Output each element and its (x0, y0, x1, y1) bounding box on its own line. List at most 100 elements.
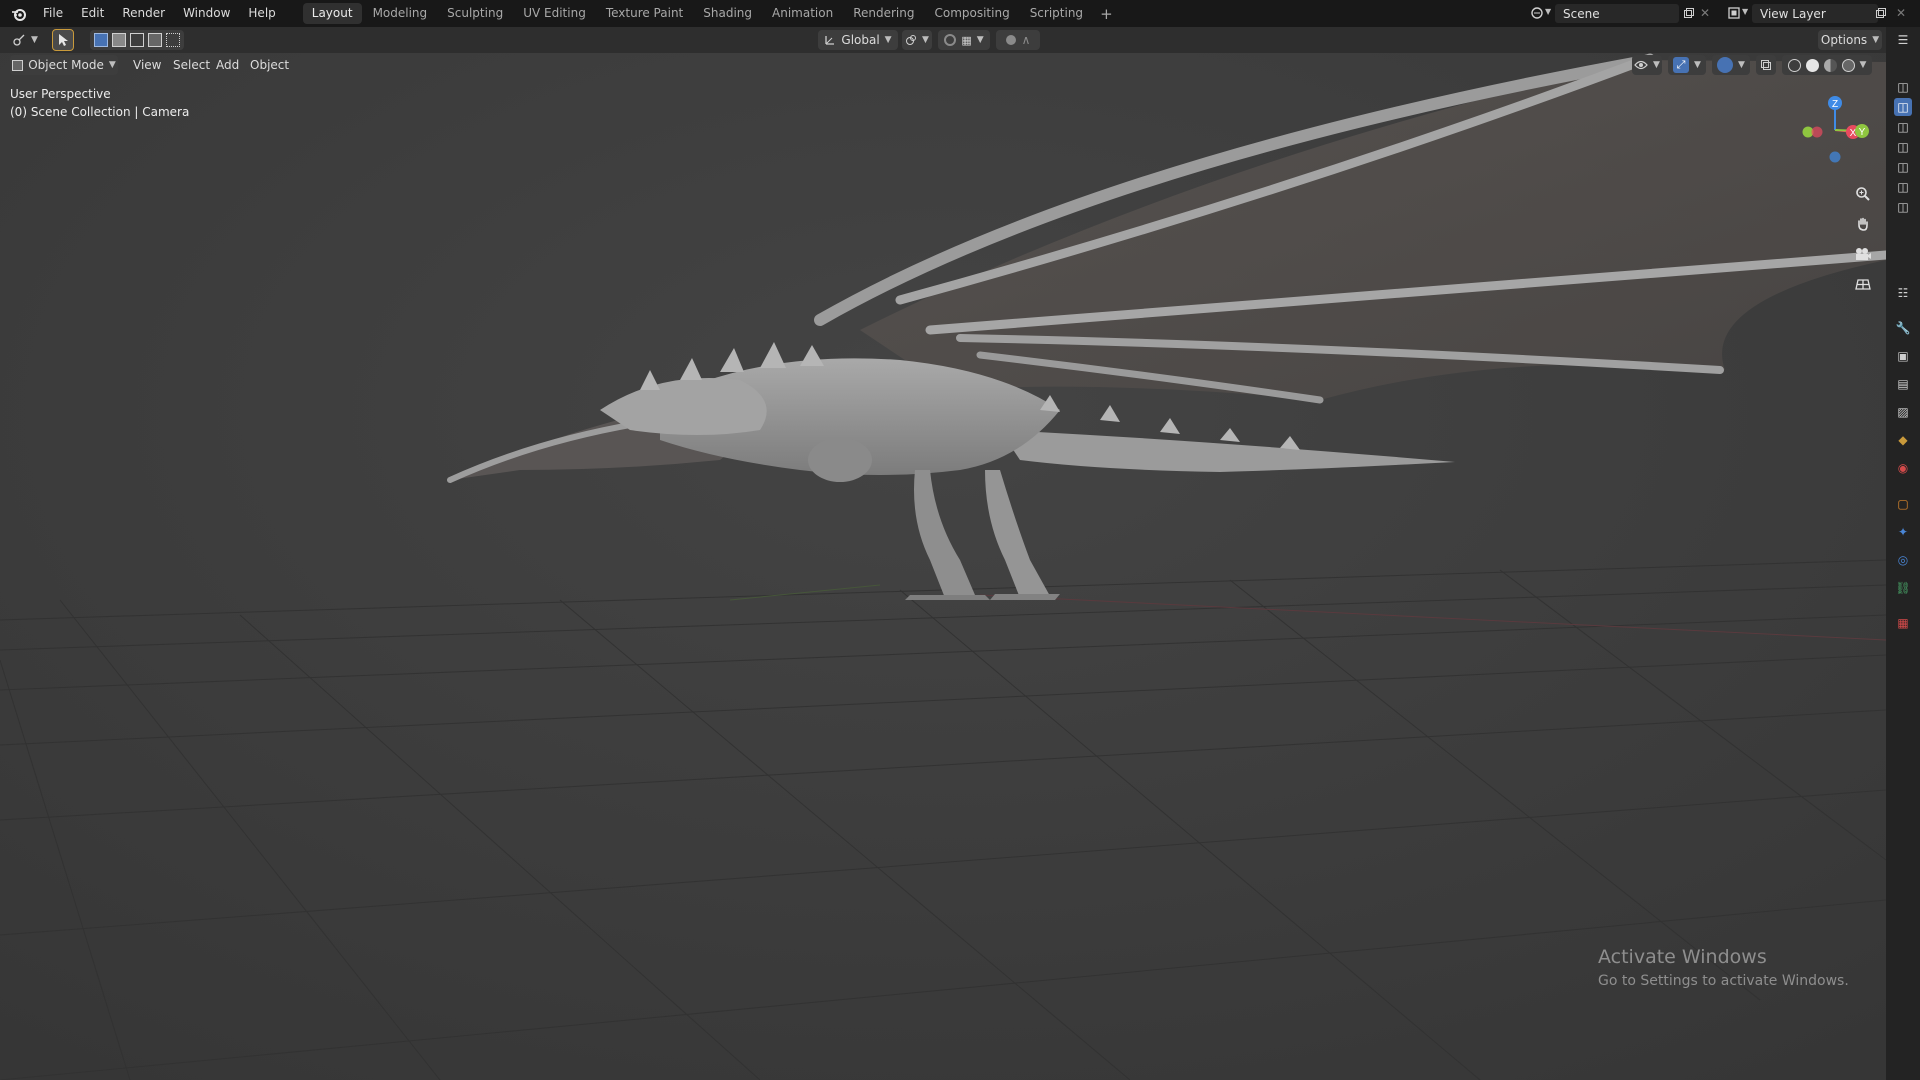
grid-icon[interactable] (1850, 271, 1876, 297)
falloff-icon[interactable]: ∧ (1022, 33, 1031, 47)
render-properties-icon[interactable]: ▣ (1894, 347, 1912, 365)
snap-toggle-icon[interactable] (944, 34, 957, 46)
workspace-tabs: Layout Modeling Sculpting UV Editing Texture… (302, 0, 1094, 27)
selection-mode-group (90, 30, 184, 50)
xray-toggle-icon[interactable] (1756, 55, 1776, 75)
gizmo-neg-z[interactable] (1829, 151, 1841, 163)
show-gizmo-icon[interactable]: ⤢ (1673, 57, 1690, 73)
rendered-shading-icon[interactable] (1841, 58, 1855, 72)
pivot-point-dropdown[interactable]: ▼ (902, 30, 932, 50)
constraint-properties-icon[interactable]: ⛓ (1894, 579, 1912, 597)
tab-compositing[interactable]: Compositing (925, 3, 1018, 24)
view-layer-properties-icon[interactable]: ▨ (1894, 403, 1912, 421)
menu-render[interactable]: Render (113, 0, 174, 27)
tab-scripting[interactable]: Scripting (1021, 3, 1092, 24)
scene-name-field[interactable]: Scene (1555, 4, 1679, 23)
properties-editor-icon[interactable]: ☷ (1894, 284, 1912, 302)
3d-viewport[interactable]: Z X Y (0, 53, 1886, 1080)
material-properties-icon[interactable]: ▦ (1894, 614, 1912, 632)
view-layer-name: View Layer (1760, 6, 1826, 21)
select-box-icon[interactable] (52, 29, 74, 51)
editor-type-icon[interactable]: ▼ (10, 30, 40, 50)
new-view-layer-icon[interactable] (1872, 4, 1890, 22)
transform-orientation-dropdown[interactable]: Global ▼ (818, 30, 898, 50)
view-menu[interactable]: View (127, 55, 167, 75)
wireframe-shading-icon[interactable] (1787, 58, 1801, 72)
modifier-properties-icon[interactable]: ✦ (1894, 523, 1912, 541)
zoom-icon[interactable] (1850, 181, 1876, 207)
options-dropdown[interactable]: Options ▼ (1818, 30, 1882, 50)
camera-active-icon[interactable]: ◫ (1894, 98, 1912, 116)
viewport-header: Object Mode ▼ View Select Add Object ▼ ⤢… (0, 53, 1886, 77)
snap-grid-icon[interactable]: ▦ (961, 34, 971, 47)
solid-shading-icon[interactable] (1805, 58, 1819, 72)
scene-dropdown-arrow-icon[interactable]: ▼ (1545, 7, 1551, 16)
options-label: Options (1820, 33, 1868, 47)
tab-texture-paint[interactable]: Texture Paint (597, 3, 692, 24)
proportional-editing-icon[interactable] (1005, 35, 1016, 45)
view-perspective-label: User Perspective (10, 87, 111, 101)
tab-uv-editing[interactable]: UV Editing (514, 3, 595, 24)
tab-sculpting[interactable]: Sculpting (438, 3, 512, 24)
delete-scene-icon[interactable]: ✕ (1696, 4, 1714, 22)
view-layer-field[interactable]: View Layer (1752, 4, 1878, 23)
select-subtract-icon[interactable] (130, 33, 144, 47)
menu-edit[interactable]: Edit (72, 0, 113, 27)
hand-icon[interactable] (1850, 211, 1876, 237)
view-layer-icon[interactable] (1725, 4, 1743, 22)
active-collection-label: (0) Scene Collection | Camera (10, 105, 190, 119)
camera-render-icon-5[interactable]: ◫ (1894, 178, 1912, 196)
select-invert-icon[interactable] (148, 33, 162, 47)
object-menu[interactable]: Object (244, 55, 295, 75)
navigation-gizmo[interactable]: Z X Y (1790, 80, 1886, 180)
tool-properties-icon[interactable]: 🔧 (1894, 319, 1912, 337)
menu-file[interactable]: File (34, 0, 72, 27)
proportional-editing-group: ∧ (996, 30, 1040, 50)
properties-tab-strip: ☰ ◫ ◫ ◫ ◫ ◫ ◫ ◫ ☷ 🔧 ▣ ▤ ▨ ◆ ◉ ▢ ✦ ◎ ⛓ ▦ (1886, 27, 1920, 1080)
transform-orientation-label: Global (841, 33, 880, 47)
add-workspace-button[interactable]: + (1094, 5, 1119, 23)
object-visibility-dropdown[interactable]: ▼ (1632, 55, 1662, 75)
outliner-icon[interactable]: ☰ (1894, 31, 1912, 49)
select-new-icon[interactable] (94, 33, 108, 47)
camera-render-icon-4[interactable]: ◫ (1894, 158, 1912, 176)
scene-properties-icon[interactable]: ◆ (1894, 431, 1912, 449)
menu-help[interactable]: Help (239, 0, 284, 27)
camera-icon[interactable] (1850, 241, 1876, 267)
view-layer-dropdown-arrow-icon[interactable]: ▼ (1742, 7, 1748, 16)
world-properties-icon[interactable]: ◉ (1894, 459, 1912, 477)
object-mode-icon (12, 59, 24, 71)
gizmo-toggle-group: ⤢ ▼ (1668, 55, 1706, 75)
physics-properties-icon[interactable]: ◎ (1894, 551, 1912, 569)
add-menu[interactable]: Add (210, 55, 245, 75)
gizmo-y-label: Y (1859, 127, 1866, 138)
tool-settings-header: ▼ Global ▼ ▼ ▦ ▼ ∧ Options ▼ (0, 27, 1886, 53)
mode-dropdown[interactable]: Object Mode ▼ (10, 55, 118, 75)
snapping-group: ▦ ▼ (938, 30, 990, 50)
tab-rendering[interactable]: Rendering (844, 3, 923, 24)
delete-view-layer-icon[interactable]: ✕ (1892, 4, 1910, 22)
main-menu: File Edit Render Window Help (34, 0, 285, 27)
show-overlays-icon[interactable] (1717, 57, 1734, 73)
camera-render-icon-2[interactable]: ◫ (1894, 118, 1912, 136)
tab-layout[interactable]: Layout (302, 3, 362, 24)
mode-label: Object Mode (28, 58, 104, 72)
gizmo-z-label: Z (1832, 99, 1838, 110)
select-intersect-icon[interactable] (166, 33, 180, 47)
tab-animation[interactable]: Animation (763, 3, 842, 24)
scene-name: Scene (1563, 6, 1600, 21)
output-properties-icon[interactable]: ▤ (1894, 375, 1912, 393)
object-properties-icon[interactable]: ▢ (1894, 495, 1912, 513)
select-extend-icon[interactable] (112, 33, 126, 47)
camera-render-icon-3[interactable]: ◫ (1894, 138, 1912, 156)
menu-window[interactable]: Window (174, 0, 239, 27)
tab-modeling[interactable]: Modeling (364, 3, 437, 24)
camera-render-icon[interactable]: ◫ (1894, 78, 1912, 96)
gizmo-neg-x[interactable] (1811, 126, 1823, 138)
select-menu[interactable]: Select (167, 55, 216, 75)
camera-render-icon-6[interactable]: ◫ (1894, 198, 1912, 216)
material-shading-icon[interactable] (1823, 58, 1837, 72)
scene-browse-icon[interactable] (1528, 4, 1546, 22)
tab-shading[interactable]: Shading (694, 3, 761, 24)
blender-logo-icon[interactable] (4, 0, 34, 27)
